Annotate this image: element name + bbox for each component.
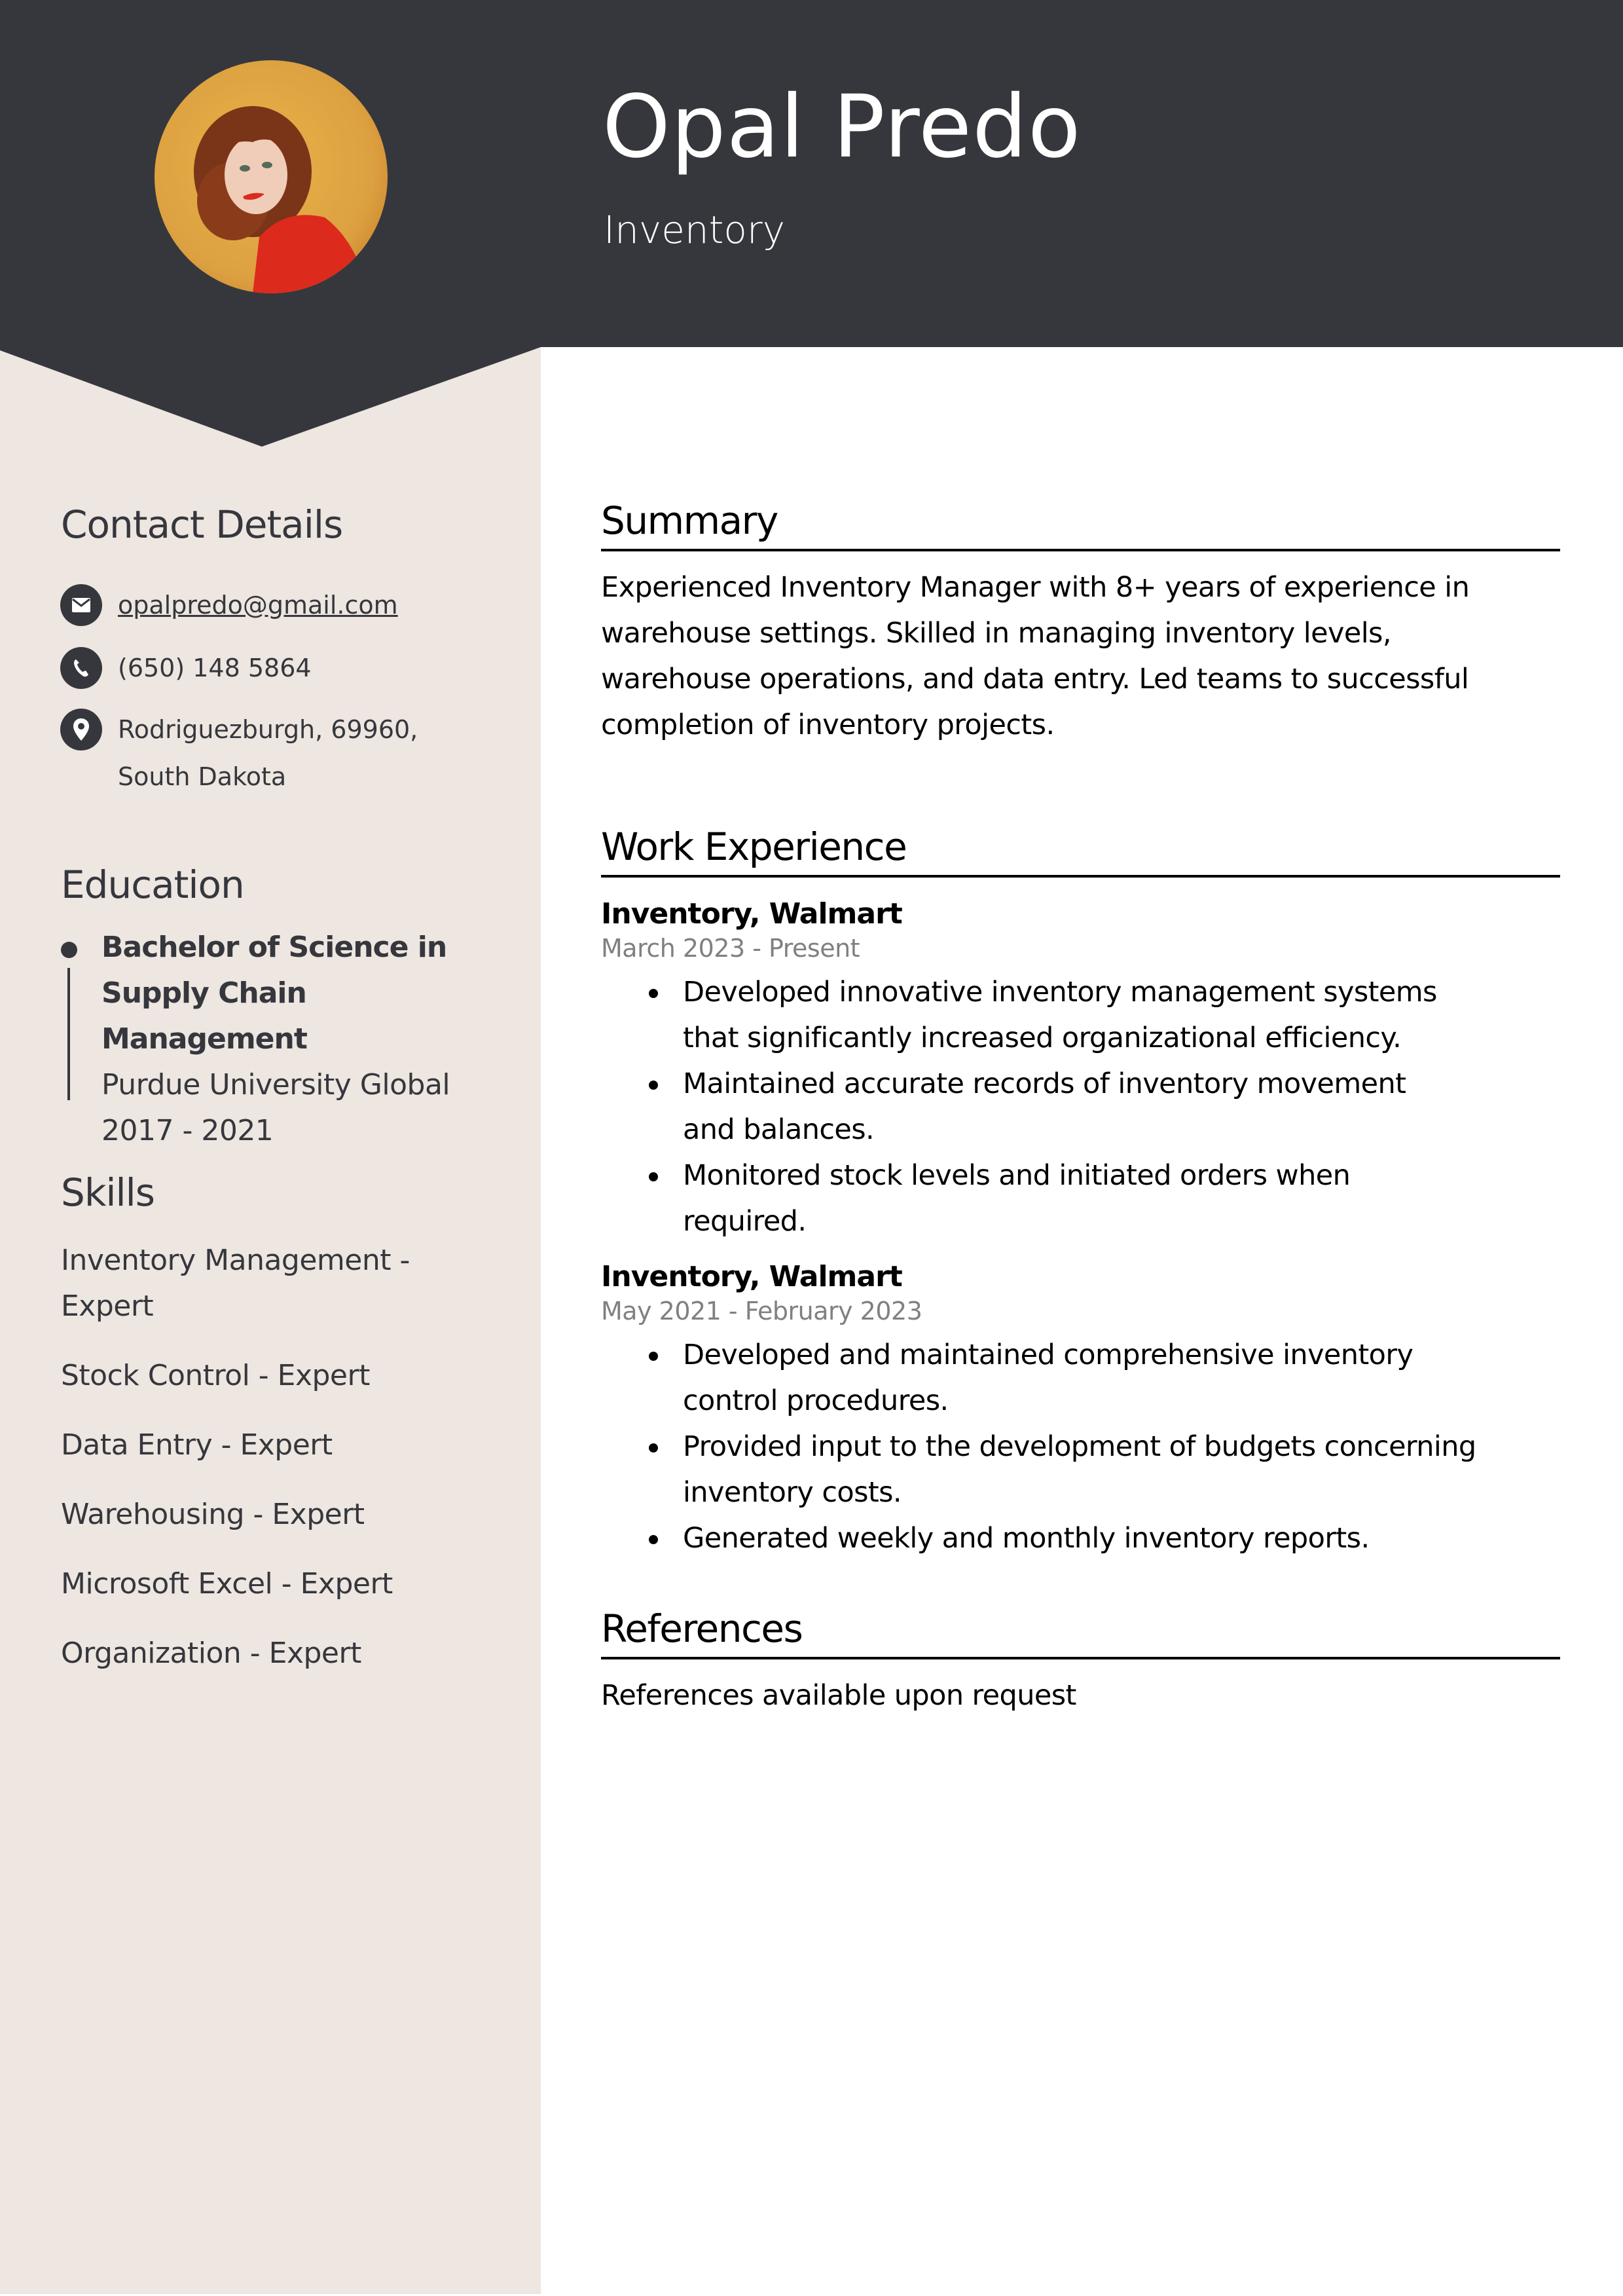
job-bullet: Developed and maintained comprehensive i…	[649, 1332, 1482, 1424]
contact-phone: (650) 148 5864	[118, 654, 312, 682]
work-heading: Work Experience	[601, 828, 1560, 878]
job-title: Inventory, Walmart	[601, 1260, 903, 1293]
references-heading: References	[601, 1610, 1560, 1659]
contact-address-row: Rodriguezburgh, 69960, South Dakota	[60, 709, 484, 800]
profile-photo	[155, 60, 388, 293]
contact-address: Rodriguezburgh, 69960, South Dakota	[118, 715, 418, 791]
references-text: References available upon request	[601, 1679, 1076, 1712]
job-entry: Inventory, Walmart May 2021 - February 2…	[601, 1259, 1560, 1561]
contact-email-row: opalpredo@gmail.com	[60, 584, 484, 629]
skills-list: Inventory Management - Expert Stock Cont…	[61, 1238, 480, 1700]
job-bullet: Monitored stock levels and initiated ord…	[649, 1153, 1455, 1244]
job-bullet: Generated weekly and monthly inventory r…	[649, 1515, 1482, 1561]
summary-heading: Summary	[601, 502, 1560, 551]
job-bullet: Provided input to the development of bud…	[649, 1424, 1482, 1515]
job-bullet: Maintained accurate records of inventory…	[649, 1061, 1455, 1153]
skill-item: Microsoft Excel - Expert	[61, 1567, 393, 1601]
skill-item: Stock Control - Expert	[61, 1359, 370, 1392]
summary-text: Experienced Inventory Manager with 8+ ye…	[601, 571, 1470, 741]
contact-heading: Contact Details	[61, 502, 343, 547]
skill-item: Data Entry - Expert	[61, 1428, 333, 1462]
work-section: Work Experience Inventory, Walmart March…	[601, 828, 1560, 1561]
job-title: Inventory, Walmart	[601, 897, 903, 931]
header-chevron	[0, 341, 541, 447]
skill-item: Organization - Expert	[61, 1637, 361, 1670]
contact-phone-row: (650) 148 5864	[60, 647, 484, 692]
job-entry: Inventory, Walmart March 2023 - Present …	[601, 896, 1560, 1244]
education-years: 2017 - 2021	[101, 1114, 274, 1147]
envelope-icon	[60, 584, 102, 626]
education-heading: Education	[61, 862, 245, 907]
contact-email-wrap: opalpredo@gmail.com	[118, 582, 484, 629]
references-section: References References available upon req…	[601, 1610, 1560, 1718]
location-pin-icon	[60, 709, 102, 750]
skills-heading: Skills	[61, 1170, 155, 1215]
education-degree: Bachelor of Science in Supply Chain Mana…	[101, 931, 447, 1056]
summary-section: Summary Experienced Inventory Manager wi…	[601, 502, 1560, 748]
phone-icon	[60, 647, 102, 689]
timeline-dot	[61, 942, 77, 958]
candidate-name: Opal Predo	[602, 77, 1082, 177]
education-entry: Bachelor of Science in Supply Chain Mana…	[101, 925, 494, 1154]
job-bullet: Developed innovative inventory managemen…	[649, 969, 1455, 1061]
job-bullets: Developed innovative inventory managemen…	[601, 969, 1455, 1244]
job-dates: March 2023 - Present	[601, 934, 860, 963]
timeline-line	[67, 968, 70, 1100]
candidate-title: Inventory	[604, 208, 786, 252]
skill-item: Warehousing - Expert	[61, 1498, 365, 1531]
job-dates: May 2021 - February 2023	[601, 1297, 922, 1325]
email-link[interactable]: opalpredo@gmail.com	[118, 591, 398, 620]
education-school: Purdue University Global	[101, 1068, 450, 1102]
skill-item: Inventory Management - Expert	[61, 1244, 410, 1323]
job-bullets: Developed and maintained comprehensive i…	[601, 1332, 1482, 1561]
